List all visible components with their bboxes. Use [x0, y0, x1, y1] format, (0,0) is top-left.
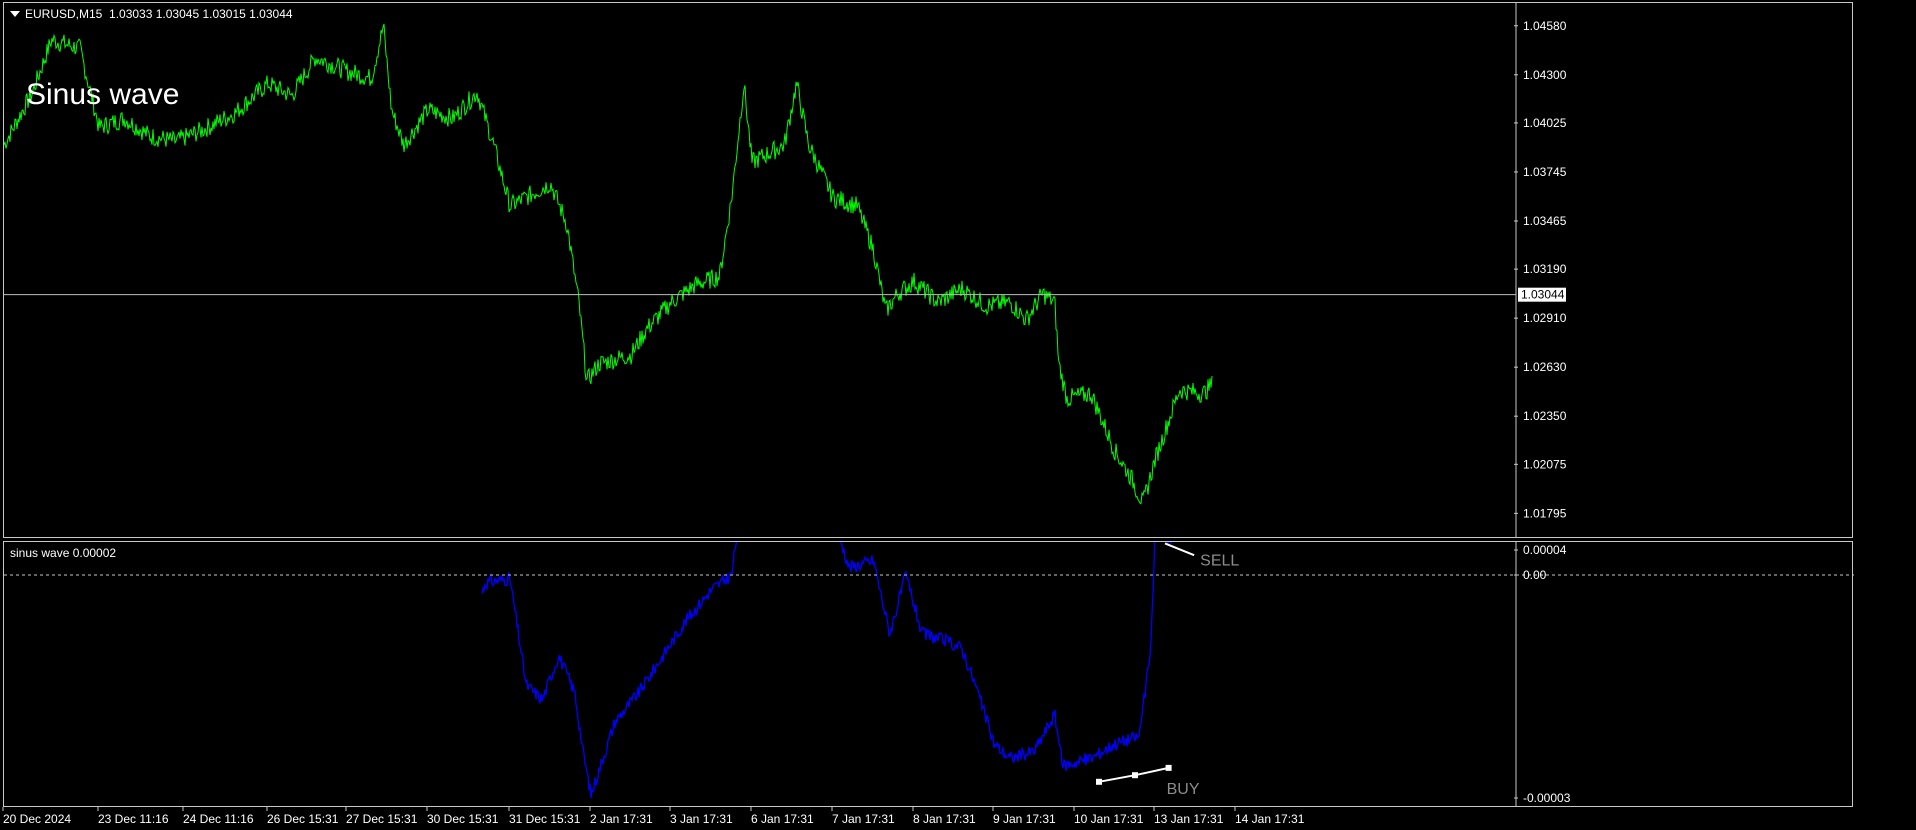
sell-trendline: [1164, 542, 1195, 557]
indicator-panel[interactable]: BUY SELL 0.00004 0.00 -0.00003 sinus wave 0.…: [3, 541, 1854, 807]
time-tick-label: 31 Dec 15:31: [509, 812, 581, 826]
price-y-tick-label: 1.04300: [1523, 68, 1567, 82]
indicator-series-line: [481, 542, 1173, 799]
time-tick-label: 7 Jan 17:31: [832, 812, 895, 826]
sell-signal-label: SELL: [1200, 552, 1239, 569]
price-chart: 1.04580 1.04300 1.04025 1.03745 1.03465 1.031…: [4, 3, 1567, 537]
indicator-chart: BUY SELL 0.00004 0.00 -0.00003: [4, 542, 1854, 806]
price-y-tick-label: 1.01795: [1523, 506, 1567, 520]
ohlc-values: 1.03033 1.03045 1.03015 1.03044: [109, 7, 293, 21]
price-y-tick-label: 1.02910: [1523, 311, 1567, 325]
time-tick-label: 3 Jan 17:31: [670, 812, 733, 826]
time-tick-label: 10 Jan 17:31: [1074, 812, 1144, 826]
time-tick-label: 6 Jan 17:31: [751, 812, 814, 826]
time-tick-label: 9 Jan 17:31: [993, 812, 1056, 826]
time-tick-label: 2 Jan 17:31: [590, 812, 653, 826]
time-tick-label: 23 Dec 11:16: [98, 812, 169, 826]
time-tick-label: 13 Jan 17:31: [1154, 812, 1224, 826]
symbol-label: EURUSD,M15: [25, 7, 103, 21]
current-price-label: 1.03044: [1521, 288, 1565, 302]
buy-trendline-point: [1165, 764, 1172, 771]
indicator-y-tick-label: 0.00: [1523, 568, 1547, 582]
buy-trendline-point: [1096, 778, 1102, 785]
indicator-label: sinus wave 0.00002: [10, 546, 117, 560]
price-y-tick-label: 1.02075: [1523, 457, 1567, 471]
chart-title: Sinus wave: [26, 78, 180, 111]
time-tick-label: 27 Dec 15:31: [346, 812, 418, 826]
symbol-header[interactable]: EURUSD,M15 1.03033 1.03045 1.03015 1.030…: [10, 7, 293, 21]
time-axis: 20 Dec 2024 23 Dec 11:16 24 Dec 11:16 26 De…: [2, 807, 1305, 826]
buy-trendline-point: [1132, 772, 1138, 779]
buy-signal-label: BUY: [1167, 781, 1200, 798]
time-tick-label: 24 Dec 11:16: [183, 812, 254, 826]
price-chart-panel[interactable]: 1.04580 1.04300 1.04025 1.03745 1.03465 1.031…: [3, 2, 1853, 538]
price-y-tick-label: 1.02630: [1523, 360, 1567, 374]
time-tick-label: 8 Jan 17:31: [913, 812, 976, 826]
time-tick-label: 14 Jan 17:31: [1235, 812, 1305, 826]
time-tick-label: 20 Dec 2024: [3, 812, 71, 826]
indicator-y-tick-label: 0.00004: [1523, 543, 1567, 557]
price-series-line: [4, 23, 1213, 505]
price-y-tick-label: 1.03465: [1523, 214, 1567, 228]
price-y-tick-label: 1.04580: [1523, 19, 1567, 33]
time-tick-label: 26 Dec 15:31: [267, 812, 339, 826]
price-y-tick-label: 1.04025: [1523, 116, 1567, 130]
price-y-tick-label: 1.03190: [1523, 262, 1567, 276]
time-tick-label: 30 Dec 15:31: [427, 812, 499, 826]
price-y-tick-label: 1.02350: [1523, 409, 1567, 423]
indicator-y-tick-label: -0.00003: [1523, 791, 1571, 805]
price-y-tick-label: 1.03745: [1523, 165, 1567, 179]
dropdown-icon[interactable]: [10, 11, 20, 17]
